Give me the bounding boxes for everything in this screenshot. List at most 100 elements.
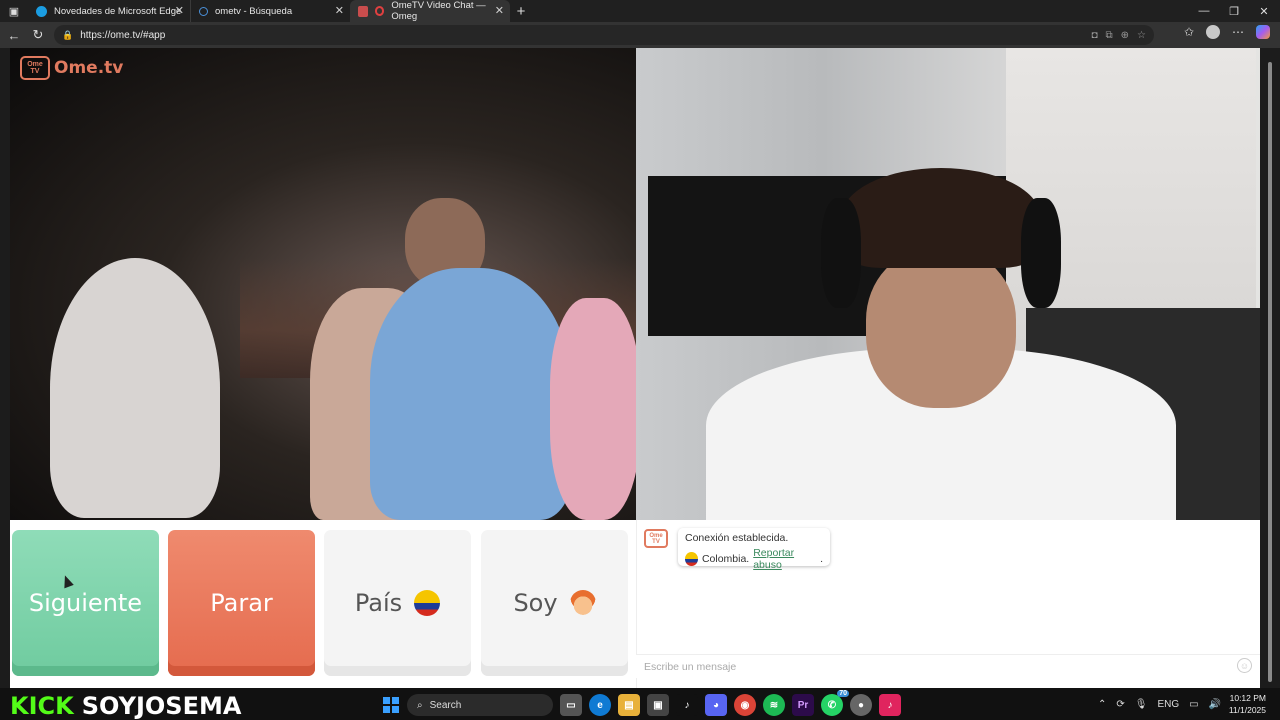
tab-search[interactable]: ometv - Búsqueda ✕	[190, 0, 350, 22]
obs-icon[interactable]: ●	[850, 694, 872, 716]
boy-emoji-icon	[569, 590, 596, 616]
search-icon	[199, 6, 208, 16]
gender-label: Soy	[513, 589, 558, 617]
report-abuse-link[interactable]: Reportar abuso	[753, 547, 820, 571]
connection-status: Conexión establecida.	[685, 532, 789, 544]
sync-icon[interactable]: ⟳	[1116, 699, 1124, 710]
new-tab-button[interactable]: +	[510, 3, 532, 20]
ometv-logo[interactable]: Ome TV Ome.tv	[20, 56, 123, 80]
address-bar-icons: ◘ ⧉ ⊕ ☆	[1091, 25, 1146, 45]
taskbar-clock[interactable]: 10:12 PM 11/1/2025	[1224, 692, 1266, 716]
stop-button[interactable]: Parar	[168, 530, 315, 676]
spotify-icon[interactable]: ≋	[763, 694, 785, 716]
tab-ometv[interactable]: OmeTV Video Chat — Omeg ✕	[350, 0, 510, 22]
blue-plush	[370, 268, 570, 520]
hair	[841, 168, 1041, 268]
clock-date: 11/1/2025	[1228, 705, 1266, 715]
copilot-icon[interactable]	[1256, 25, 1270, 39]
tab-label: ometv - Búsqueda	[215, 5, 293, 17]
refresh-button[interactable]: ↻	[26, 23, 50, 47]
kick-logo: KICK	[10, 692, 74, 720]
pink-plush	[550, 298, 636, 520]
file-explorer-icon[interactable]: ▤	[618, 694, 640, 716]
search-icon: ⌕	[417, 699, 423, 711]
headphone-right	[1021, 198, 1061, 308]
face	[866, 248, 1016, 408]
streamer-name: SOYJOSEMA	[81, 692, 242, 720]
lock-icon: 🔒	[62, 29, 74, 40]
colombia-flag-icon	[414, 590, 441, 616]
taskbar-search[interactable]: ⌕ Search	[407, 694, 553, 716]
more-icon[interactable]: ⋯	[1232, 25, 1244, 39]
white-plush	[50, 258, 220, 518]
microphone-icon[interactable]: 🎙	[1135, 699, 1148, 710]
search-label: Search	[429, 699, 462, 711]
display-icon[interactable]: ▭	[1189, 699, 1198, 710]
tab-label: Novedades de Microsoft Edge	[54, 5, 182, 17]
close-icon[interactable]: ✕	[495, 4, 504, 17]
edge-icon	[36, 5, 47, 17]
chrome-icon[interactable]: ◉	[734, 694, 756, 716]
country-label: País	[354, 589, 403, 617]
task-view-icon[interactable]: ▭	[560, 694, 582, 716]
navigation-bar: ← ↻ 🔒 https://ome.tv/#app ◘ ⧉ ⊕ ☆	[0, 22, 1280, 48]
restore-button[interactable]: ❐	[1218, 0, 1250, 22]
close-icon[interactable]: ✕	[335, 4, 344, 17]
logo-wordmark: Ome.tv	[54, 58, 124, 78]
tab-edge-news[interactable]: Novedades de Microsoft Edge ✕	[28, 0, 190, 22]
back-button[interactable]: ←	[2, 23, 26, 47]
next-button[interactable]: Siguiente	[12, 530, 159, 676]
stop-label: Parar	[210, 589, 273, 617]
scrollbar[interactable]	[1266, 50, 1274, 686]
tiktok-icon[interactable]: ♪	[676, 694, 698, 716]
tab-strip: ▣ Novedades de Microsoft Edge ✕ ometv - …	[0, 0, 1280, 22]
whatsapp-icon[interactable]: ✆ 70	[821, 690, 849, 716]
chat-system-avatar: Ome TV	[644, 529, 668, 548]
self-video	[636, 48, 1260, 520]
tab-label: OmeTV Video Chat — Omeg	[391, 0, 486, 22]
volume-icon[interactable]: 🔊	[1209, 699, 1221, 710]
extension-icon[interactable]: ⊕	[1121, 30, 1129, 41]
next-label: Siguiente	[28, 589, 143, 617]
favorite-star-icon[interactable]: ☆	[1137, 30, 1146, 41]
favorites-icon[interactable]: ✩	[1184, 25, 1194, 39]
report-suffix: .	[820, 553, 823, 565]
profile-icon[interactable]	[1206, 25, 1220, 39]
headphone-left	[821, 198, 861, 308]
system-tray: ⌃ ⟳ 🎙 ENG ▭ 🔊	[1098, 696, 1221, 712]
discord-icon[interactable]: ◕	[705, 694, 727, 716]
country-button[interactable]: País	[324, 530, 471, 676]
camera-icon[interactable]: ◘	[1091, 30, 1097, 41]
premiere-icon[interactable]: Pr	[792, 694, 814, 716]
tab-collection-icon	[358, 5, 368, 17]
tiktok-studio-icon[interactable]: ♪	[879, 694, 901, 716]
toolbar-icons: ✩ ⋯	[1184, 25, 1270, 39]
url-text: https://ome.tv/#app	[80, 29, 166, 41]
language-indicator[interactable]: ENG	[1157, 699, 1179, 710]
scrollbar-thumb[interactable]	[1268, 62, 1272, 682]
partner-country: Colombia.	[701, 553, 750, 565]
close-window-button[interactable]: ✕	[1248, 0, 1280, 22]
record-icon	[374, 6, 385, 16]
stranger-video	[10, 48, 636, 520]
address-bar[interactable]: 🔒 https://ome.tv/#app	[54, 25, 1154, 45]
store-icon[interactable]: ▣	[647, 694, 669, 716]
window-menu-icon[interactable]: ▣	[0, 0, 28, 22]
message-input-bar[interactable]: Escribe un mensaje ☺	[636, 654, 1260, 678]
logo-badge: Ome TV	[20, 56, 50, 80]
notification-badge: 70	[837, 690, 849, 697]
clock-time: 10:12 PM	[1229, 693, 1266, 703]
message-input-placeholder[interactable]: Escribe un mensaje	[644, 661, 736, 673]
edge-icon[interactable]: e	[589, 694, 611, 716]
gender-button[interactable]: Soy	[481, 530, 628, 676]
open-in-app-icon[interactable]: ⧉	[1106, 30, 1113, 41]
taskbar-apps: ▭ e ▤ ▣ ♪ ◕ ◉ ≋ Pr ✆ 70 ● ♪	[560, 690, 901, 716]
chevron-up-icon[interactable]: ⌃	[1098, 699, 1106, 710]
system-message: Conexión establecida. Colombia. Reportar…	[678, 528, 830, 571]
minimize-button[interactable]: —	[1188, 0, 1220, 22]
emoji-icon[interactable]: ☺	[1237, 658, 1252, 673]
windows-start-icon[interactable]	[383, 697, 399, 713]
stream-overlay: KICK SOYJOSEMA	[10, 692, 241, 720]
close-icon[interactable]: ✕	[175, 4, 184, 17]
colombia-flag-icon	[685, 552, 698, 566]
